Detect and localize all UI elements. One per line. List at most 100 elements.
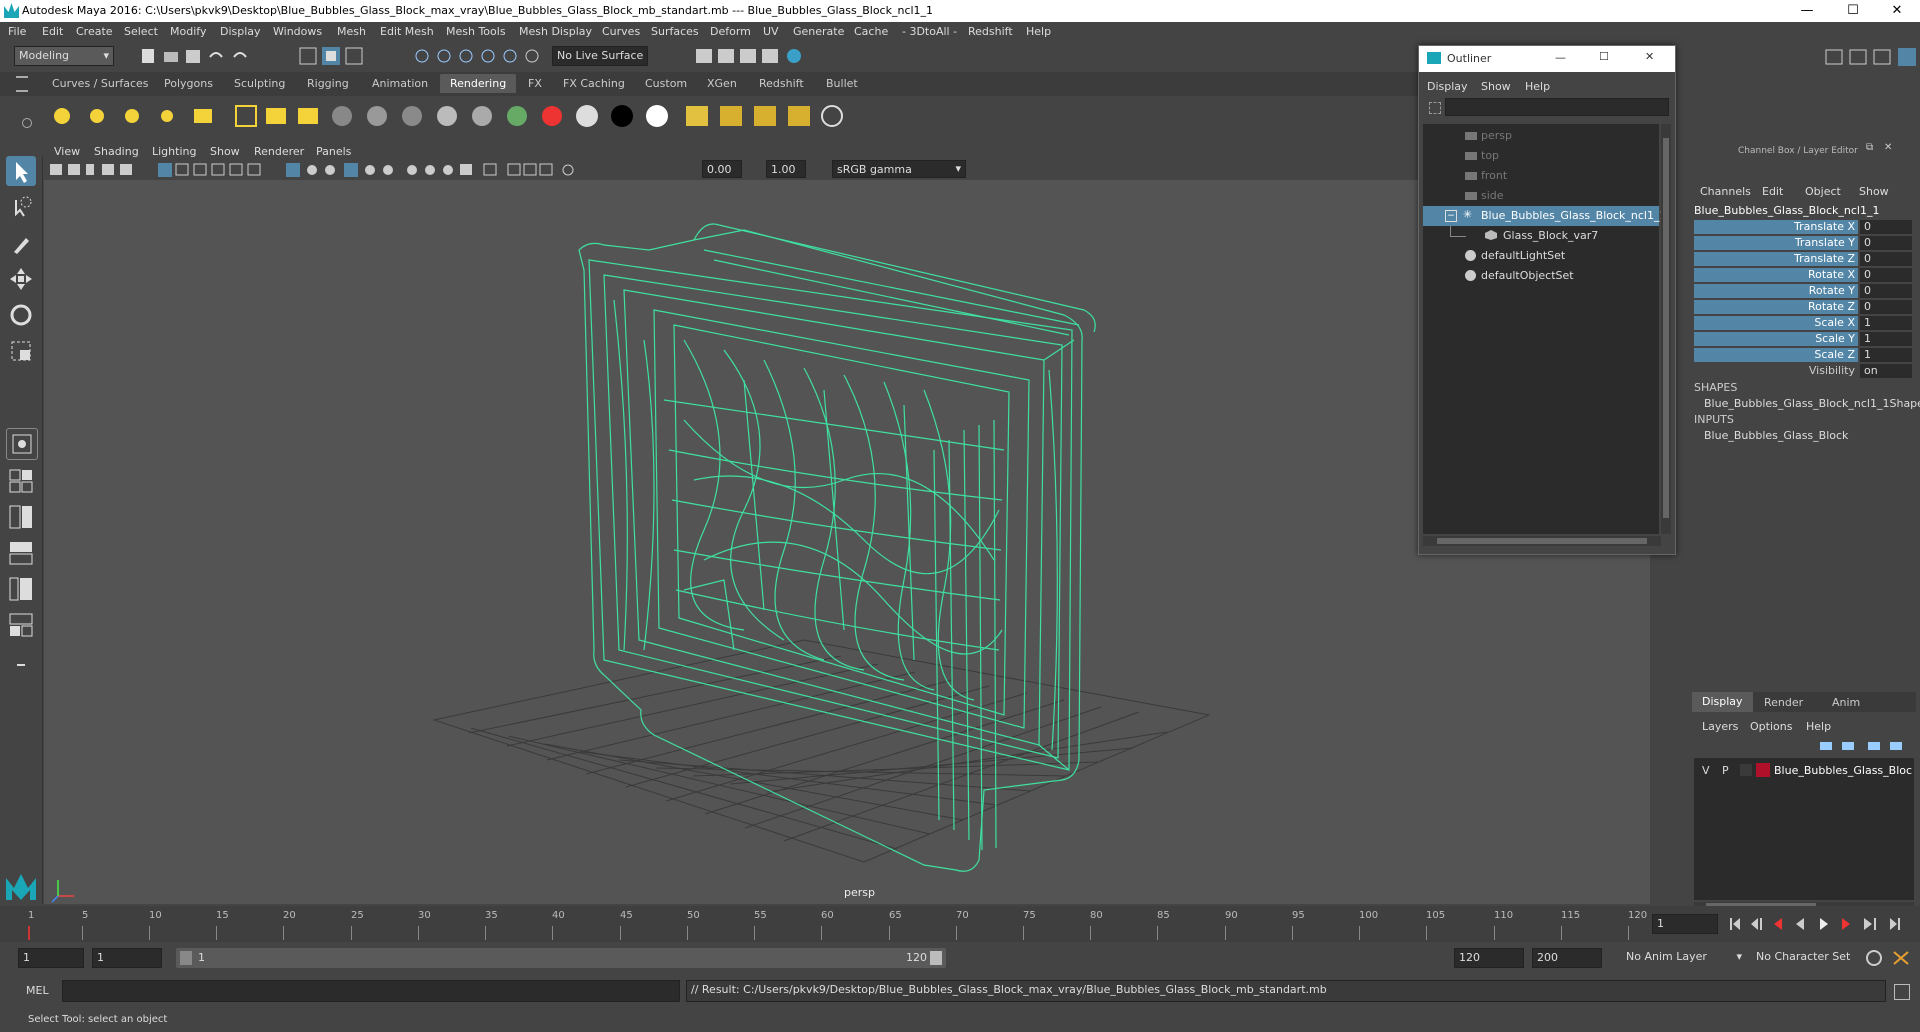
outliner-item-top[interactable]: top [1423,146,1659,166]
menu-create[interactable]: Create [76,25,113,38]
outliner-maximize-button[interactable]: ☐ [1599,50,1609,63]
layout-extra-button[interactable] [6,650,36,680]
layout-four-button[interactable] [6,466,36,496]
layout-single-button[interactable] [6,428,38,460]
range-slider[interactable]: 1 120 [176,948,946,968]
outliner-item-front[interactable]: front [1423,166,1659,186]
command-input[interactable] [62,980,680,1002]
menu-modify[interactable]: Modify [170,25,206,38]
outliner-horizontal-scrollbar[interactable] [1423,536,1661,546]
menu-mesh-tools[interactable]: Mesh Tools [446,25,506,38]
channel-value[interactable]: 0 [1860,236,1912,250]
menu-edit-mesh[interactable]: Edit Mesh [380,25,434,38]
outliner-filter-icon[interactable] [1429,102,1441,114]
range-start-handle[interactable] [180,951,192,965]
outliner-window[interactable]: Outliner — ☐ ✕ Display Show Help persp t… [1418,45,1676,555]
channel-value[interactable]: 0 [1860,220,1912,234]
channel-value[interactable]: 0 [1860,268,1912,282]
tab-rendering[interactable]: Rendering [440,74,517,93]
move-tool-button[interactable] [6,264,36,294]
layer-reference-toggle[interactable] [1740,764,1752,776]
tab-layer-anim[interactable]: Anim [1832,696,1860,709]
panel-toolbar-icons[interactable] [48,161,708,179]
layer-color-swatch[interactable] [1756,763,1770,777]
layer-action-icons[interactable] [1818,738,1908,754]
shelf-tool-icons[interactable] [40,96,860,136]
layer-menu-layers[interactable]: Layers [1702,720,1738,733]
tab-bullet[interactable]: Bullet [826,77,858,90]
maximize-button[interactable]: ☐ [1830,0,1876,22]
menu-mesh[interactable]: Mesh [337,25,366,38]
panel-float-icon[interactable]: ⧉ [1866,142,1873,153]
tab-animation[interactable]: Animation [372,77,428,90]
layer-playback-toggle[interactable]: P [1722,764,1729,777]
perspective-viewport[interactable]: persp [44,180,1650,904]
render-tools-icons[interactable] [694,46,814,66]
script-editor-icon[interactable] [1894,984,1910,1000]
layout-stack-button[interactable] [6,538,36,568]
channel-menu-edit[interactable]: Edit [1762,185,1783,198]
layout-outliner-button[interactable] [6,610,36,640]
channel-rotate-z[interactable]: Rotate Z0 [1694,300,1914,315]
layer-visibility-toggle[interactable]: V [1702,764,1710,777]
menu-select[interactable]: Select [124,25,158,38]
current-frame-field[interactable]: 1 [1652,914,1718,934]
shape-node[interactable]: Blue_Bubbles_Glass_Block_ncl1_1Shape [1704,397,1920,410]
live-surface-field[interactable]: No Live Surface [552,46,648,66]
outliner-scroll-thumb[interactable] [1663,138,1669,518]
tab-redshift[interactable]: Redshift [759,77,804,90]
menu-redshift[interactable]: Redshift [968,25,1013,38]
file-tools-icons[interactable] [140,47,270,65]
tab-rigging[interactable]: Rigging [307,77,349,90]
channel-value[interactable]: on [1860,364,1912,378]
gamma-field[interactable]: 1.00 [766,160,806,178]
start-time-field[interactable]: 1 [18,948,84,968]
tab-layer-display[interactable]: Display [1692,692,1753,712]
shelf-settings-icon[interactable] [22,118,32,128]
outliner-close-button[interactable]: ✕ [1645,50,1654,63]
selection-mode-icons[interactable] [298,46,370,66]
close-button[interactable]: ✕ [1874,0,1920,22]
channel-rotate-y[interactable]: Rotate Y0 [1694,284,1914,299]
panel-menu-show[interactable]: Show [210,145,240,158]
layer-row[interactable]: V P Blue_Bubbles_Glass_Bloc [1694,762,1914,780]
outliner-item-lightset[interactable]: defaultLightSet [1423,246,1659,266]
outliner-titlebar[interactable]: Outliner — ☐ ✕ [1419,46,1675,72]
channel-menu-channels[interactable]: Channels [1700,185,1751,198]
channel-menu-object[interactable]: Object [1805,185,1841,198]
outliner-minimize-button[interactable]: — [1555,51,1566,64]
scale-tool-button[interactable] [6,336,36,366]
menu-generate[interactable]: Generate [793,25,844,38]
end-time-field[interactable]: 200 [1532,948,1602,968]
menu-uv[interactable]: UV [763,25,779,38]
panel-close-icon[interactable]: ✕ [1884,142,1892,153]
range-end-handle[interactable] [930,951,942,965]
lasso-tool-button[interactable] [6,192,36,222]
select-tool-button[interactable] [6,156,36,186]
channel-object-name[interactable]: Blue_Bubbles_Glass_Block_ncl1_1 [1694,204,1880,217]
menu-cache[interactable]: Cache [854,25,888,38]
layout-three-button[interactable] [6,574,36,604]
minimize-button[interactable]: — [1784,0,1830,22]
channel-value[interactable]: 0 [1860,284,1912,298]
menu-3dtoall[interactable]: - 3DtoAll - [902,25,957,38]
playback-controls[interactable] [1726,914,1916,934]
menu-edit[interactable]: Edit [42,25,63,38]
outliner-item-side[interactable]: side [1423,186,1659,206]
layer-name[interactable]: Blue_Bubbles_Glass_Bloc [1774,764,1912,777]
menu-deform[interactable]: Deform [710,25,751,38]
channel-translate-x[interactable]: Translate X0 [1694,220,1914,235]
mode-dropdown[interactable]: Modeling ▾ [14,46,114,66]
input-node[interactable]: Blue_Bubbles_Glass_Block [1704,429,1848,442]
tab-polygons[interactable]: Polygons [164,77,213,90]
channel-visibility[interactable]: Visibility on [1694,364,1914,379]
menu-mesh-display[interactable]: Mesh Display [519,25,592,38]
rotate-tool-button[interactable] [6,300,36,330]
color-space-dropdown[interactable]: sRGB gamma ▾ [832,160,966,178]
script-language-label[interactable]: MEL [26,984,49,997]
anim-layer-dropdown[interactable]: No Anim Layer ▾ [1622,948,1744,968]
menu-help[interactable]: Help [1026,25,1051,38]
channel-value[interactable]: 1 [1860,316,1912,330]
shelf-menu-icon[interactable] [16,76,28,92]
panel-menu-lighting[interactable]: Lighting [152,145,196,158]
